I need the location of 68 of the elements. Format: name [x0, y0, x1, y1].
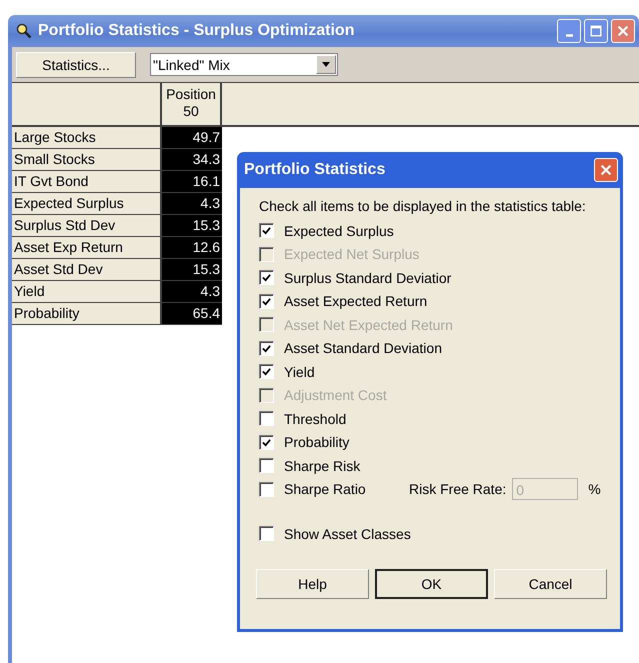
column-header: Position 50: [162, 83, 222, 125]
checkbox-label: Expected Surplus: [284, 222, 394, 239]
row-header: Surplus Std Dev: [12, 215, 162, 236]
table-cell: 49.7: [162, 127, 222, 148]
checkbox-label: Threshold: [284, 410, 346, 427]
checkbox[interactable]: [259, 340, 274, 356]
table-cell: 4.3: [162, 281, 222, 302]
table-cell: 4.3: [162, 193, 222, 214]
checkmark-icon: [262, 438, 271, 447]
checkmark-icon: [262, 367, 271, 376]
help-button[interactable]: Help: [256, 569, 369, 599]
row-header: Asset Std Dev: [12, 259, 162, 280]
row-header: Yield: [12, 281, 162, 302]
checkmark-icon: [262, 226, 271, 236]
checkbox[interactable]: [259, 364, 274, 380]
instruction-text: Check all items to be displayed in the statistics table:: [259, 198, 587, 214]
checkbox[interactable]: [259, 223, 274, 238]
cancel-button[interactable]: Cancel: [494, 569, 607, 599]
close-button[interactable]: [611, 19, 635, 43]
row-header: Large Stocks: [12, 127, 162, 148]
row-header: Asset Exp Return: [12, 237, 162, 258]
checkbox[interactable]: [259, 411, 274, 426]
checkbox-label: Asset Standard Deviation: [284, 340, 442, 356]
table-cell: 15.3: [162, 259, 222, 280]
checkbox-label: Adjustment Cost: [284, 387, 387, 404]
risk-free-rate-label: Risk Free Rate:: [409, 481, 506, 498]
checkbox-label: Surplus Standard Deviatior: [284, 270, 452, 286]
minimize-button[interactable]: [557, 19, 581, 43]
checkbox[interactable]: [259, 526, 274, 541]
dropdown-arrow-icon: [322, 62, 330, 67]
dialog-title: Portfolio Statistics: [244, 161, 386, 179]
checkbox[interactable]: [259, 434, 274, 450]
checkmark-icon: [262, 296, 271, 306]
window-title: Portfolio Statistics - Surplus Optimization: [38, 22, 356, 40]
close-icon: [599, 163, 613, 177]
minimize-icon: [566, 34, 572, 37]
checkbox-label: Yield: [284, 364, 315, 380]
table-cell: 15.3: [162, 215, 222, 236]
statistics-button[interactable]: Statistics...: [16, 52, 136, 78]
row-header: Probability: [12, 303, 162, 324]
close-icon: [616, 24, 630, 38]
checkbox-label: Probability: [284, 434, 350, 450]
checkmark-icon: [262, 273, 271, 282]
row-header: Small Stocks: [12, 149, 162, 170]
checkbox-label: Show Asset Classes: [284, 526, 411, 542]
row-header: IT Gvt Bond: [12, 171, 162, 192]
table-cell: 34.3: [162, 149, 222, 170]
ok-button[interactable]: OK: [375, 569, 488, 599]
table-cell: 12.6: [162, 237, 222, 258]
table-cell: 65.4: [162, 303, 222, 324]
checkbox[interactable]: [259, 482, 274, 497]
magnifier-icon: [16, 23, 32, 39]
maximize-button[interactable]: [584, 19, 608, 43]
checkbox-label: Sharpe Risk: [284, 458, 360, 474]
table-cell: 16.1: [162, 171, 222, 192]
row-header: Expected Surplus: [12, 193, 162, 214]
checkbox[interactable]: [259, 294, 274, 309]
percent-unit: %: [588, 481, 601, 498]
close-button[interactable]: [594, 158, 618, 182]
checkbox[interactable]: [259, 458, 274, 474]
checkbox-label: Asset Expected Return: [284, 293, 428, 310]
checkbox[interactable]: [259, 270, 274, 286]
checkbox-label: Expected Net Surplus: [284, 246, 420, 262]
checkmark-icon: [262, 344, 271, 353]
checkbox-label: Asset Net Expected Return: [284, 316, 453, 333]
mix-dropdown[interactable]: "Linked" Mix: [150, 53, 338, 76]
checkbox-label: Sharpe Ratio: [284, 481, 366, 498]
maximize-icon: [589, 24, 603, 38]
